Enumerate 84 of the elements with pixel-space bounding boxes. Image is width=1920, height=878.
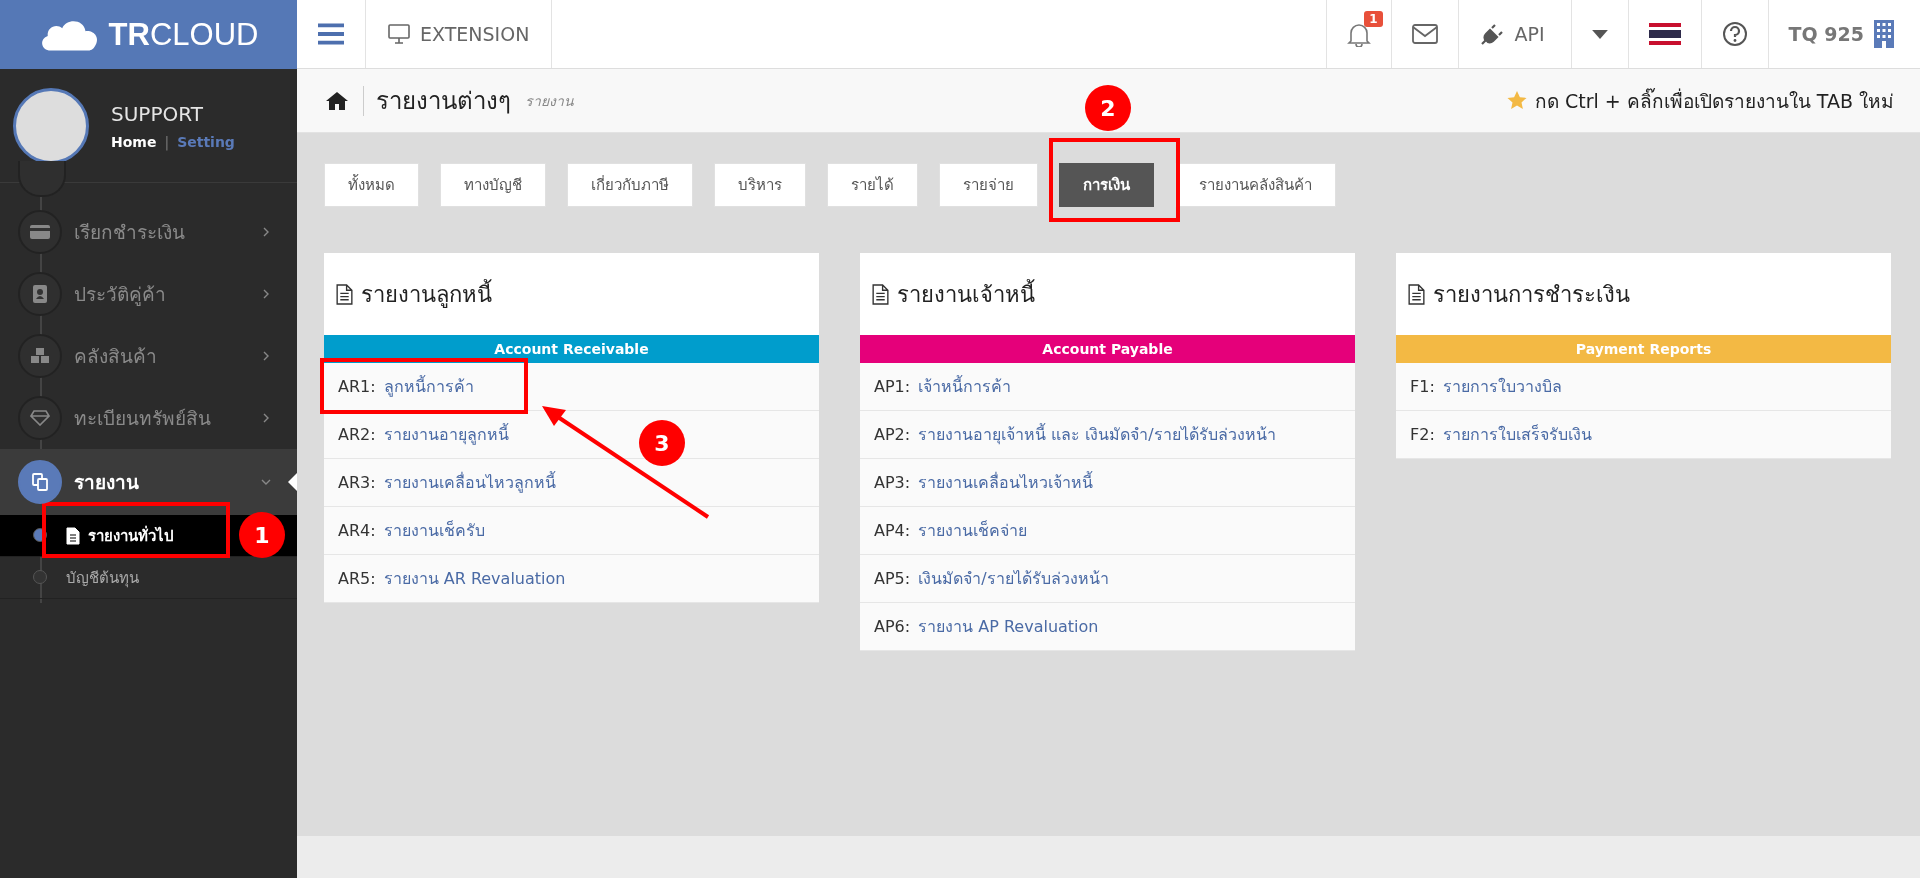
category-band: Payment Reports <box>1396 335 1891 363</box>
plug-icon <box>1480 22 1505 46</box>
filter-tab[interactable]: ทั้งหมด <box>324 163 419 207</box>
report-link[interactable]: รายการใบเสร็จรับเงิน <box>1442 422 1592 447</box>
report-code: F2: <box>1396 411 1435 459</box>
tree-node-icon <box>33 570 47 584</box>
sidebar-item[interactable]: ประวัติคู่ค้า <box>0 263 297 325</box>
document-icon <box>336 283 353 305</box>
chevron-icon <box>261 413 271 423</box>
card-title: รายงานลูกหนี้ <box>361 278 492 310</box>
report-link[interactable]: รายงานเช็คจ่าย <box>918 518 1028 543</box>
document-icon <box>872 283 889 305</box>
chevron-icon <box>261 351 271 361</box>
report-link[interactable]: รายงานอายุเจ้าหนี้ และ เงินมัดจำ/รายได้รับล่วงหน้า <box>918 422 1276 447</box>
report-link[interactable]: รายงาน AR Revaluation <box>383 566 566 591</box>
logo-text: TRCLOUD <box>108 16 259 53</box>
sidebar-item[interactable]: เรียกชำระเงิน <box>0 201 297 263</box>
filter-tab[interactable]: บริหาร <box>714 163 806 207</box>
filter-tab[interactable]: การเงิน <box>1059 163 1154 207</box>
category-band: Account Receivable <box>324 335 819 363</box>
report-code: AP3: <box>860 459 911 507</box>
api-button[interactable]: API <box>1457 0 1571 68</box>
report-code: AR4: <box>324 507 376 555</box>
hint-text: กด Ctrl + คลิ๊กเพื่อเปิดรายงานใน TAB ใหม่ <box>1534 87 1894 114</box>
monitor-icon <box>388 24 410 44</box>
menu-icon <box>318 23 344 45</box>
report-code: AP6: <box>860 603 911 651</box>
report-link[interactable]: เจ้าหนี้การค้า <box>918 374 1012 399</box>
report-link[interactable]: เงินมัดจำ/รายได้รับล่วงหน้า <box>918 566 1109 591</box>
caret-icon <box>1591 29 1608 39</box>
report-code: AP5: <box>860 555 911 603</box>
menu-icon <box>18 272 62 316</box>
sidebar-item[interactable]: คลังสินค้า <box>0 325 297 387</box>
menu-icon <box>18 396 62 440</box>
report-code: AR3: <box>324 459 376 507</box>
chevron-icon <box>261 289 271 299</box>
user-name: SUPPORT <box>111 101 204 126</box>
report-link[interactable]: ลูกหนี้การค้า <box>383 374 474 399</box>
card-title: รายงานเจ้าหนี้ <box>897 278 1035 309</box>
page-subtitle: รายงาน <box>525 91 574 111</box>
menu-icon <box>18 460 62 504</box>
profile-link[interactable]: Setting <box>177 133 235 150</box>
help-icon <box>1721 21 1748 47</box>
bell-icon <box>1346 21 1371 47</box>
filter-tab[interactable]: ทางบัญชี <box>440 163 546 207</box>
menu-icon <box>18 334 62 378</box>
star-icon <box>1506 91 1527 110</box>
report-code: AR5: <box>324 555 376 603</box>
separator: | <box>164 133 170 150</box>
report-code: AP2: <box>860 411 911 459</box>
report-code: AP1: <box>860 363 911 411</box>
page-title: รายงานต่างๆ <box>376 86 511 117</box>
document-icon <box>1408 283 1425 305</box>
notification-button[interactable]: 1 <box>1325 0 1391 68</box>
report-link[interactable]: รายงานอายุลูกหนี้ <box>383 422 509 447</box>
report-code: AP4: <box>860 507 911 555</box>
card-title: รายงานการชำระเงิน <box>1433 280 1630 309</box>
sidebar-item[interactable]: รายงาน <box>0 449 297 515</box>
mail-icon <box>1411 24 1438 44</box>
building-icon <box>1874 20 1894 48</box>
chevron-icon <box>261 227 271 237</box>
report-code: F1: <box>1396 363 1435 411</box>
flag-icon <box>1648 23 1681 45</box>
report-code: AR2: <box>324 411 376 459</box>
report-link[interactable]: รายงาน AP Revaluation <box>918 614 1099 639</box>
report-link[interactable]: รายการใบวางบิล <box>1442 374 1562 399</box>
company-button[interactable]: TQ 925 <box>1767 0 1920 68</box>
profile-link[interactable]: Home <box>111 133 157 150</box>
report-link[interactable]: รายงานเคลื่อนไหวลูกหนี้ <box>383 470 556 495</box>
report-link[interactable]: รายงานเคลื่อนไหวเจ้าหนี้ <box>918 470 1094 495</box>
notification-badge: 1 <box>1364 11 1383 27</box>
extension-button[interactable]: EXTENSION <box>366 0 553 68</box>
filter-tab[interactable]: รายงานคลังสินค้า <box>1175 163 1336 207</box>
report-code: AR1: <box>324 363 376 411</box>
report-link[interactable]: รายงานเช็ครับ <box>383 518 485 543</box>
chevron-icon <box>261 477 271 487</box>
filter-tab[interactable]: รายได้ <box>827 163 918 207</box>
filter-tab[interactable]: รายจ่าย <box>939 163 1038 207</box>
category-band: Account Payable <box>860 335 1355 363</box>
document-icon <box>66 526 80 545</box>
menu-icon <box>18 210 62 254</box>
sidebar-item[interactable]: ทะเบียนทรัพย์สิน <box>0 387 297 449</box>
home-icon[interactable] <box>325 90 349 111</box>
filter-tab[interactable]: เกี่ยวกับภาษี <box>567 163 693 207</box>
